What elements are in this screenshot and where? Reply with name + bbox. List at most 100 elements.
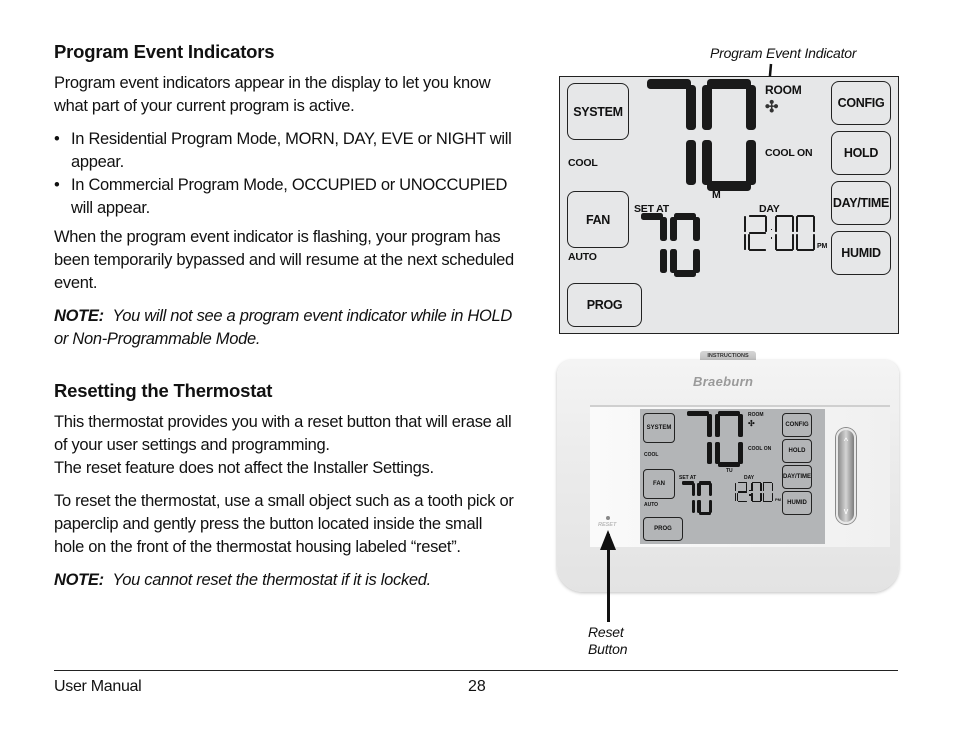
colon-dot [770, 237, 773, 239]
day-time-button[interactable]: DAY/TIME [831, 181, 891, 225]
segment-b [743, 216, 747, 232]
segment-d [707, 181, 751, 191]
program-event-indicator: DAY [759, 203, 780, 215]
segment-f [715, 414, 720, 437]
segment-b [771, 482, 773, 492]
segment-a [749, 215, 767, 218]
segment-c [659, 248, 667, 273]
system-button[interactable]: SYSTEM [643, 413, 675, 443]
segment-a [796, 215, 814, 218]
segment-a [763, 482, 773, 484]
temperature-rocker[interactable]: ^ v [836, 428, 856, 524]
segment-c [791, 234, 794, 250]
humid-button[interactable]: HUMID [782, 491, 812, 515]
segment-d [737, 500, 747, 502]
cool-on-label: COOL ON [748, 446, 772, 452]
segment-d [763, 500, 773, 502]
segment-c [737, 441, 743, 464]
segment-b [659, 217, 667, 242]
system-button[interactable]: SYSTEM [567, 83, 629, 140]
segment-e [748, 234, 751, 250]
segment-d [752, 500, 761, 502]
lcd-display-diagram: SYSTEM COOL FAN AUTO PROG CONFIG HOLD DA… [559, 76, 899, 334]
ampm-label: PM [775, 497, 781, 502]
segment-g [737, 491, 747, 493]
segment-e [795, 234, 799, 250]
segment-b [746, 482, 748, 492]
segment-c [760, 492, 762, 502]
segment-b [691, 483, 696, 497]
segment-f [702, 85, 712, 130]
cool-on-label: COOL ON [765, 147, 813, 159]
fan-button[interactable]: FAN [643, 469, 675, 499]
system-mode-label: COOL [568, 157, 598, 169]
segment-b [692, 217, 700, 242]
prog-button[interactable]: PROG [643, 517, 683, 541]
ampm-label: PM [817, 243, 828, 250]
device-lcd-screen: SYSTEM COOL FAN AUTO PROG CONFIG HOLD DA… [640, 409, 825, 544]
prog-button[interactable]: PROG [567, 283, 642, 327]
segment-f [670, 217, 677, 242]
reset-arrow-line [607, 534, 610, 622]
segment-d [796, 248, 814, 251]
segment-d [698, 511, 711, 515]
down-arrow-icon[interactable]: v [838, 506, 854, 516]
room-temperature-display [684, 411, 746, 467]
segment-b [791, 216, 794, 232]
config-button[interactable]: CONFIG [782, 413, 812, 437]
segment-f [774, 216, 777, 232]
fan-button[interactable]: FAN [567, 191, 629, 248]
day-time-button[interactable]: DAY/TIME [782, 465, 812, 489]
set-temperature-display [680, 481, 714, 515]
segment-b [708, 483, 713, 497]
segment-b [686, 85, 696, 130]
fan-icon: ✣ [748, 419, 755, 428]
segment-e [737, 492, 739, 502]
segment-f [697, 483, 701, 497]
fan-mode-label: AUTO [644, 502, 659, 508]
segment-c [708, 499, 713, 513]
segment-c [691, 499, 696, 513]
segment-d [775, 248, 793, 251]
set-temperature-display [637, 213, 703, 277]
segment-c [771, 492, 773, 502]
segment-e [697, 499, 701, 513]
event-label: DAY [744, 475, 755, 481]
segment-d [749, 248, 767, 251]
segment-f [762, 482, 764, 492]
clock-display [726, 482, 774, 502]
up-arrow-icon[interactable]: ^ [838, 436, 854, 446]
hold-button[interactable]: HOLD [782, 439, 812, 463]
reset-button-hole[interactable] [606, 516, 610, 520]
system-mode-label: COOL [644, 452, 659, 458]
segment-f [751, 482, 753, 492]
segment-d [717, 462, 741, 467]
day-of-week-label: TU [726, 468, 733, 474]
config-button[interactable]: CONFIG [831, 81, 891, 125]
segment-e [715, 441, 720, 464]
segment-c [734, 492, 737, 502]
segment-c [743, 234, 747, 250]
segment-g [749, 231, 767, 235]
segment-e [670, 248, 677, 273]
segment-c [686, 140, 696, 185]
brand-logo: Braeburn [693, 374, 754, 389]
segment-b [737, 414, 743, 437]
segment-a [717, 411, 741, 416]
segment-e [751, 492, 753, 502]
reset-label: RESET [598, 522, 617, 528]
reset-button-callout: Reset Button [588, 624, 628, 657]
segment-f [795, 216, 799, 232]
segment-e [774, 234, 777, 250]
segment-a [707, 79, 751, 89]
segment-c [706, 441, 712, 464]
segment-c [812, 234, 815, 250]
segment-c [746, 140, 756, 185]
fan-icon: ✣ [765, 99, 779, 116]
segment-e [702, 140, 712, 185]
humid-button[interactable]: HUMID [831, 231, 891, 275]
room-temperature-display [642, 79, 762, 191]
hold-button[interactable]: HOLD [831, 131, 891, 175]
fan-mode-label: AUTO [568, 251, 597, 263]
clock-display [727, 215, 817, 251]
